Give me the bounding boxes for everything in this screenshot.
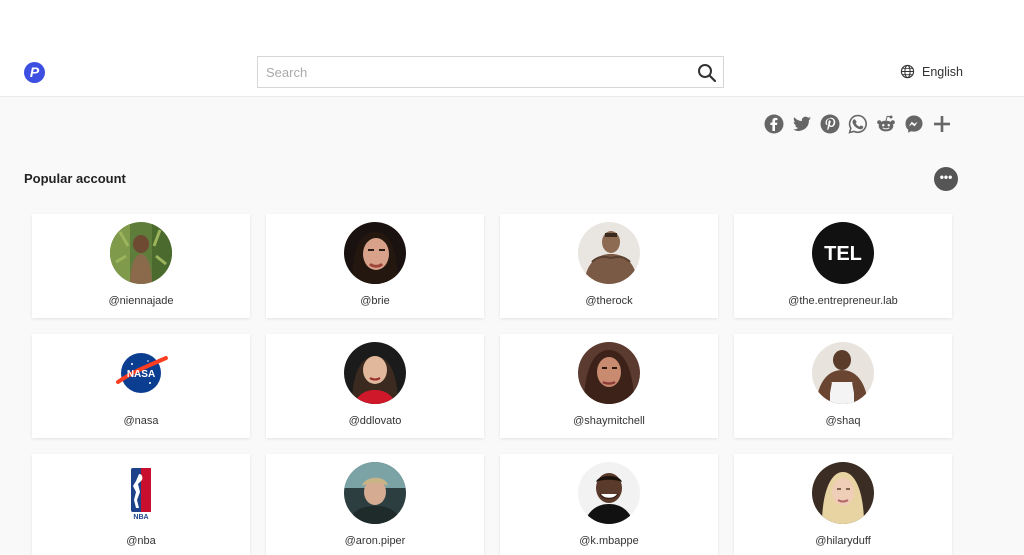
avatar[interactable] [812,342,874,404]
search-input[interactable] [258,57,678,87]
account-card[interactable]: @aron.piper [266,454,484,555]
account-handle[interactable]: @brie [266,295,484,307]
account-handle[interactable]: @shaymitchell [500,415,718,427]
avatar[interactable] [110,222,172,284]
account-card[interactable]: NBA @nba [32,454,250,555]
avatar[interactable] [578,342,640,404]
account-card[interactable]: TEL @the.entrepreneur.lab [734,214,952,318]
account-handle[interactable]: @aron.piper [266,535,484,547]
account-card[interactable]: @k.mbappe [500,454,718,555]
account-card[interactable]: @ddlovato [266,334,484,438]
account-handle[interactable]: @k.mbappe [500,535,718,547]
account-card[interactable]: NASA @nasa [32,334,250,438]
search-icon[interactable] [697,63,717,83]
site-logo[interactable]: P [24,62,45,83]
tel-logo-text: TEL [824,243,862,265]
plus-icon[interactable] [932,114,952,134]
account-card[interactable]: @therock [500,214,718,318]
account-card[interactable]: @brie [266,214,484,318]
account-handle[interactable]: @nba [32,535,250,547]
account-card[interactable]: @shaq [734,334,952,438]
account-card[interactable]: @hilaryduff [734,454,952,555]
account-handle[interactable]: @therock [500,295,718,307]
avatar[interactable] [578,462,640,524]
pinterest-icon[interactable] [820,114,840,134]
nasa-logo-text: NASA [127,369,155,380]
reddit-icon[interactable] [876,114,896,134]
account-handle[interactable]: @niennajade [32,295,250,307]
language-selector[interactable]: English [900,64,963,79]
account-card[interactable]: @niennajade [32,214,250,318]
more-options-button[interactable]: ••• [934,167,958,191]
account-handle[interactable]: @nasa [32,415,250,427]
avatar[interactable]: NASA [110,342,172,404]
avatar[interactable] [578,222,640,284]
account-card[interactable]: @shaymitchell [500,334,718,438]
top-bar: P English [0,0,1024,97]
globe-icon [900,64,915,79]
avatar[interactable]: TEL [812,222,874,284]
share-bar [764,114,952,134]
avatar[interactable] [344,342,406,404]
section-title: Popular account [24,171,126,186]
account-handle[interactable]: @shaq [734,415,952,427]
twitter-icon[interactable] [792,114,812,134]
search-box [257,56,724,88]
avatar[interactable] [344,222,406,284]
facebook-icon[interactable] [764,114,784,134]
avatar[interactable] [344,462,406,524]
account-handle[interactable]: @ddlovato [266,415,484,427]
whatsapp-icon[interactable] [848,114,868,134]
nba-logo-text: NBA [133,514,148,521]
avatar[interactable]: NBA [110,462,172,524]
messenger-icon[interactable] [904,114,924,134]
avatar[interactable] [812,462,874,524]
language-label: English [922,64,963,79]
accounts-grid: @niennajade @brie @therock TEL @the.entr… [32,214,952,555]
account-handle[interactable]: @the.entrepreneur.lab [734,295,952,307]
account-handle[interactable]: @hilaryduff [734,535,952,547]
